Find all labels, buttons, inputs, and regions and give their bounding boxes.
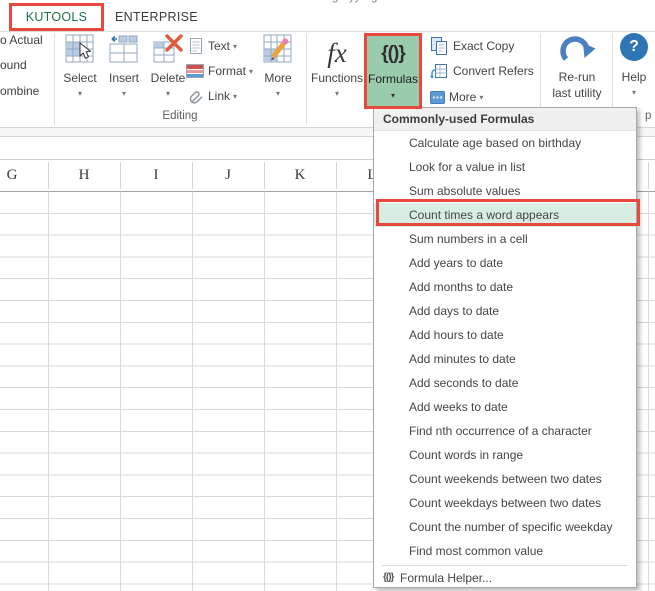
menu-item[interactable]: Look for a value in list [374, 155, 636, 179]
menu-item[interactable]: Add hours to date [374, 323, 636, 347]
menu-item-formula-helper[interactable]: {()} Formula Helper... [374, 568, 636, 587]
menu-item[interactable]: Find most common value [374, 539, 636, 563]
more-grid-pencil-icon [263, 34, 292, 63]
more-utility-button[interactable]: More [430, 86, 483, 108]
braces-icon: {()} [383, 572, 394, 583]
text-button[interactable]: Text [188, 35, 237, 57]
gridline [336, 192, 337, 591]
menu-item[interactable]: Count weekdays between two dates [374, 491, 636, 515]
column-header[interactable]: G [0, 167, 48, 184]
group-separator [54, 34, 55, 125]
insert-grid-icon [109, 35, 138, 63]
menu-item[interactable]: Add minutes to date [374, 347, 636, 371]
link-button[interactable]: Link [188, 85, 237, 107]
gridline [120, 192, 121, 591]
gridline [648, 192, 649, 591]
gridline [48, 192, 49, 591]
functions-button[interactable]: fx Functions [310, 34, 364, 126]
more-dots-icon [430, 90, 445, 104]
editing-group-label: Editing [162, 110, 198, 122]
text-document-icon [188, 37, 204, 55]
menu-item[interactable]: Count the number of specific weekday [374, 515, 636, 539]
convert-refers-icon [430, 62, 449, 80]
gridline [192, 192, 193, 591]
rerun-arrow-icon [560, 36, 596, 61]
menu-separator [382, 565, 628, 566]
fx-icon: fx [327, 38, 347, 68]
exact-copy-button[interactable]: Exact Copy [430, 35, 514, 57]
column-header[interactable]: J [192, 167, 264, 184]
braces-icon: {()} [381, 43, 405, 64]
select-grid-icon [65, 34, 94, 63]
format-button[interactable]: Format [186, 60, 253, 82]
menu-item[interactable]: Add days to date [374, 299, 636, 323]
formulas-button[interactable]: {()} Formulas [364, 33, 422, 109]
column-header[interactable]: K [264, 167, 336, 184]
ribbon-tab-row: g yy g KUTOOLS ENTERPRISE [0, 0, 655, 32]
delete-grid-icon [153, 34, 183, 63]
menu-item-list: Calculate age based on birthday Look for … [374, 131, 636, 563]
gridline [264, 192, 265, 591]
ribbon-button-partial[interactable]: ombine [0, 84, 39, 98]
select-button[interactable]: Select [58, 34, 102, 126]
menu-item[interactable]: Add months to date [374, 275, 636, 299]
more-editing-button[interactable]: More [256, 34, 300, 126]
column-header[interactable]: I [120, 167, 192, 184]
menu-item[interactable]: Sum absolute values [374, 179, 636, 203]
tab-kutools[interactable]: KUTOOLS [9, 3, 104, 31]
help-question-icon: ? [620, 33, 648, 61]
partial-group-label: p [645, 110, 652, 122]
column-header[interactable]: H [48, 167, 120, 184]
menu-item[interactable]: Sum numbers in a cell [374, 227, 636, 251]
format-stripes-icon [186, 64, 204, 78]
exact-copy-icon [430, 37, 449, 55]
menu-item[interactable]: Count weekends between two dates [374, 467, 636, 491]
menu-item[interactable]: Add seconds to date [374, 371, 636, 395]
menu-item[interactable]: Calculate age based on birthday [374, 131, 636, 155]
menu-item[interactable]: Find nth occurrence of a character [374, 419, 636, 443]
ribbon-button-partial[interactable]: o Actual [0, 33, 43, 47]
menu-item[interactable]: Count times a word appears [374, 203, 636, 227]
group-separator [306, 34, 307, 125]
excel-kutools-window: g yy g KUTOOLS ENTERPRISE o Actual ound … [0, 0, 655, 591]
menu-item[interactable]: Count words in range [374, 443, 636, 467]
link-paperclip-icon [188, 88, 204, 104]
convert-refers-button[interactable]: Convert Refers [430, 60, 534, 82]
menu-item[interactable]: Add years to date [374, 251, 636, 275]
tab-enterprise[interactable]: ENTERPRISE [115, 3, 198, 31]
menu-group-header: Commonly-used Formulas [374, 108, 636, 131]
clipped-title-text: g yy g [332, 0, 462, 6]
menu-item[interactable]: Add weeks to date [374, 395, 636, 419]
formulas-dropdown-menu: Commonly-used Formulas Calculate age bas… [373, 107, 637, 588]
column-separator [648, 162, 649, 189]
ribbon-button-partial[interactable]: ound [0, 58, 27, 72]
